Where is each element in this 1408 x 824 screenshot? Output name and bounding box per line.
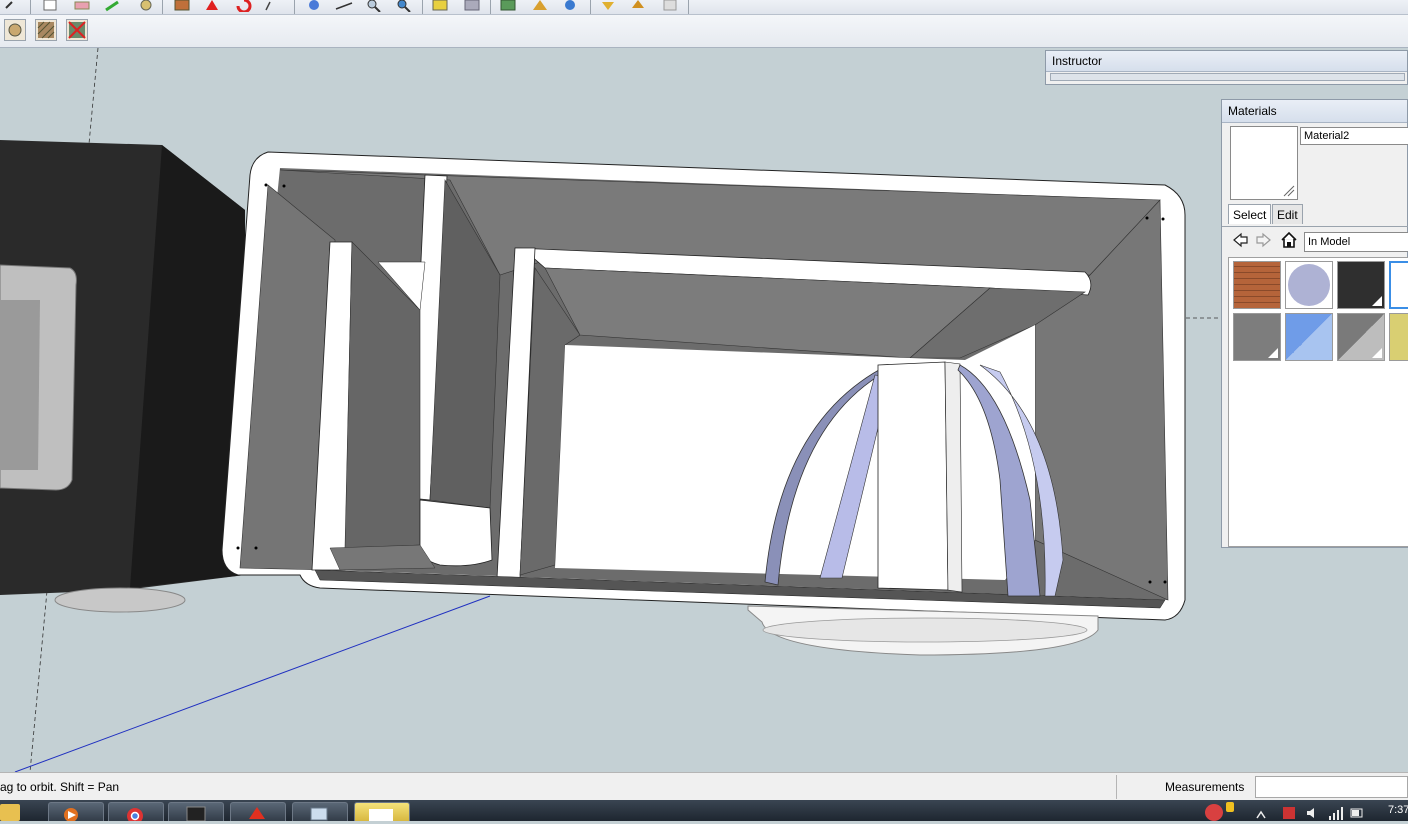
toolbar-separator (590, 0, 591, 14)
export-icon[interactable] (628, 0, 648, 12)
toolbar-separator (162, 0, 163, 14)
tab-divider (1222, 226, 1408, 227)
materials-tabs: Select Edit (1222, 204, 1408, 226)
hatch-icon[interactable] (35, 19, 57, 41)
layer-icon[interactable] (660, 0, 680, 12)
warning-icon (1226, 802, 1234, 812)
orbit-tool-icon[interactable] (304, 0, 324, 12)
follow-me-icon[interactable] (262, 0, 282, 12)
chrome-taskbar-icon[interactable] (108, 802, 164, 824)
lavender-swatch[interactable] (1285, 261, 1333, 309)
battery-icon[interactable] (1350, 806, 1364, 820)
taskbar: 7:37 (0, 800, 1408, 824)
app-taskbar-icon[interactable] (168, 802, 224, 822)
offset-icon[interactable] (462, 0, 482, 12)
gray-swatch[interactable] (1337, 313, 1385, 361)
eraser-icon[interactable] (72, 0, 92, 12)
instructor-title: Instructor (1046, 51, 1407, 72)
toolbar-separator (422, 0, 423, 14)
status-separator (1116, 775, 1117, 799)
stone-swatch[interactable] (1233, 313, 1281, 361)
toolbar-separator (490, 0, 491, 14)
rotate-icon[interactable] (234, 0, 254, 14)
tray-arrow-icon[interactable] (1255, 808, 1267, 820)
model-canvas (0, 48, 1222, 772)
tray-app-icon[interactable] (1282, 806, 1296, 820)
notes-taskbar-icon[interactable] (354, 802, 410, 821)
zoom-icon[interactable] (364, 0, 384, 13)
secondary-toolbar (0, 15, 1408, 48)
blue-swatch[interactable] (1285, 313, 1333, 361)
instructor-collapsed-body (1050, 73, 1405, 81)
orbit-icon[interactable] (136, 0, 156, 12)
media-player-taskbar-icon[interactable] (48, 802, 104, 822)
white-swatch[interactable] (1389, 261, 1408, 309)
zoom-window-icon[interactable] (394, 0, 414, 13)
status-bar: ag to orbit. Shift = Pan Measurements (0, 772, 1408, 801)
section-icon[interactable] (530, 0, 550, 12)
undo-icon[interactable] (2, 0, 22, 12)
material-icon[interactable] (498, 0, 518, 12)
x-mark-icon[interactable] (66, 19, 88, 41)
speaker-icon[interactable] (1305, 806, 1319, 820)
clock[interactable]: 7:37 (1388, 804, 1408, 816)
yellow-swatch[interactable] (1389, 313, 1408, 361)
material-name-field[interactable]: Material2 (1300, 127, 1408, 145)
back-arrow-icon[interactable] (1232, 232, 1248, 248)
home-icon[interactable] (1280, 231, 1298, 249)
import-icon[interactable] (598, 0, 618, 12)
toolbar-separator (30, 0, 31, 14)
network-icon[interactable] (1328, 806, 1344, 820)
model-viewport[interactable] (0, 48, 1408, 772)
status-hint: ag to orbit. Shift = Pan (0, 780, 120, 794)
pan-icon[interactable] (334, 0, 354, 12)
sketchup-taskbar-icon[interactable] (230, 802, 286, 821)
notification-icon[interactable] (1205, 804, 1223, 821)
brick-swatch[interactable] (1233, 261, 1281, 309)
tape-icon[interactable] (202, 0, 222, 12)
toolbar-separator (688, 0, 689, 14)
tab-select[interactable]: Select (1228, 204, 1272, 224)
forward-arrow-icon[interactable] (1256, 232, 1272, 248)
materials-title: Materials (1222, 100, 1407, 123)
window-taskbar-icon[interactable] (292, 802, 348, 821)
measurements-label: Measurements (1165, 780, 1245, 794)
toolbar-separator (294, 0, 295, 14)
folder-icon[interactable] (0, 804, 20, 821)
view-icon[interactable] (560, 0, 580, 12)
material-preview[interactable] (1230, 126, 1298, 200)
paint-icon[interactable] (104, 0, 124, 12)
tab-edit[interactable]: Edit (1272, 204, 1303, 224)
circle-face-icon[interactable] (4, 19, 26, 41)
component-icon[interactable] (172, 0, 192, 12)
push-pull-icon[interactable] (430, 0, 450, 12)
materials-panel[interactable]: Materials Material2 Select Edit In Model (1221, 99, 1408, 548)
resize-grip-icon (1283, 185, 1295, 197)
top-toolbar (0, 0, 1408, 15)
dark-gray-swatch[interactable] (1337, 261, 1385, 309)
instructor-panel[interactable]: Instructor (1045, 50, 1408, 85)
swatch-grid (1228, 257, 1408, 547)
measurements-input[interactable] (1255, 776, 1408, 798)
collection-dropdown[interactable]: In Model (1304, 232, 1408, 252)
new-icon[interactable] (40, 0, 60, 12)
